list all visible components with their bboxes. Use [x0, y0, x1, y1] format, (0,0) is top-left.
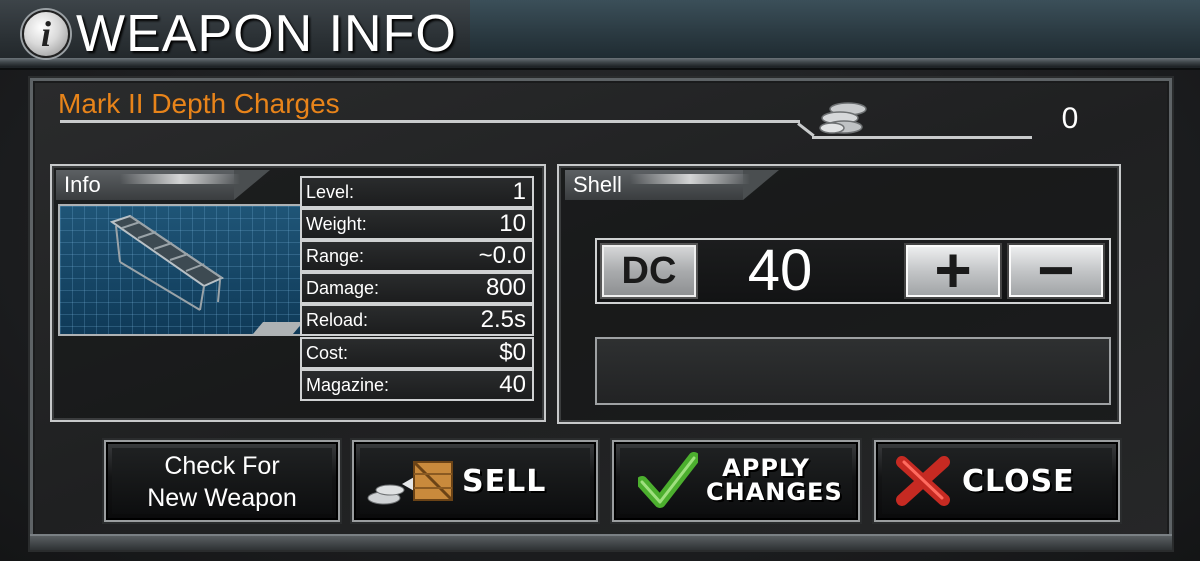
- apply-changes-button[interactable]: APPLY CHANGES: [612, 440, 860, 522]
- stat-row-damage: Damage: 800: [300, 272, 534, 304]
- frame-bottom-bar: [30, 534, 1172, 550]
- crate-icon: [367, 460, 454, 505]
- info-icon: i: [22, 10, 70, 58]
- stat-value: 2.5s: [480, 306, 526, 333]
- shell-tab-shine: [630, 174, 750, 184]
- stat-value: 800: [485, 274, 526, 301]
- decrease-ammo-button[interactable]: −: [1007, 238, 1105, 302]
- name-underline-tail: [812, 136, 1032, 139]
- stat-label: Level:: [306, 182, 355, 202]
- checkmark-icon: [638, 452, 698, 508]
- name-underline: [60, 120, 800, 123]
- close-button[interactable]: CLOSE: [874, 440, 1120, 522]
- stat-value: 10: [499, 210, 526, 237]
- ammo-type-button[interactable]: DC: [600, 243, 698, 299]
- stat-label: Cost:: [306, 343, 349, 363]
- info-tab-label: Info: [64, 172, 101, 197]
- depth-charge-rack-icon: [109, 214, 225, 311]
- sell-label: SELL: [462, 464, 547, 499]
- stat-row-reload: Reload: 2.5s: [300, 304, 534, 336]
- stat-row-cost: Cost: $0: [300, 337, 534, 369]
- weapon-info-screen: i WEAPON INFO Mark II Depth Charges 0 In…: [0, 0, 1200, 561]
- shell-tab-label: Shell: [573, 172, 622, 197]
- info-tab-shine: [120, 174, 240, 184]
- check-new-weapon-label: Check For New Weapon: [147, 452, 297, 512]
- stat-row-range: Range: ~0.0: [300, 240, 534, 272]
- stat-label: Weight:: [306, 214, 367, 234]
- header-accent: [470, 0, 1200, 62]
- page-title: WEAPON INFO: [76, 5, 457, 63]
- stat-value: $0: [499, 339, 526, 366]
- stat-value: 1: [512, 178, 526, 205]
- x-icon: [896, 456, 950, 506]
- stat-row-weight: Weight: 10: [300, 208, 534, 240]
- stat-value: ~0.0: [478, 242, 526, 269]
- shell-description-box: [595, 337, 1111, 405]
- weapon-image: [58, 204, 302, 336]
- check-new-weapon-button[interactable]: Check For New Weapon: [104, 440, 340, 522]
- sell-button[interactable]: SELL: [352, 440, 598, 522]
- increase-ammo-button[interactable]: +: [904, 238, 1002, 302]
- stat-value: 40: [499, 371, 526, 398]
- close-label: CLOSE: [962, 464, 1075, 499]
- ammo-count: 40: [747, 238, 813, 303]
- apply-changes-label: APPLY CHANGES: [706, 454, 843, 506]
- currency-balance: 0: [1061, 102, 1079, 135]
- stat-label: Range:: [306, 246, 365, 266]
- stat-label: Magazine:: [306, 375, 390, 395]
- stat-row-level: Level: 1: [300, 176, 534, 208]
- stat-label: Damage:: [306, 278, 380, 298]
- weapon-name: Mark II Depth Charges: [58, 88, 340, 119]
- coins-icon: [819, 102, 867, 134]
- stat-row-magazine: Magazine: 40: [300, 369, 534, 401]
- stat-label: Reload:: [306, 310, 369, 330]
